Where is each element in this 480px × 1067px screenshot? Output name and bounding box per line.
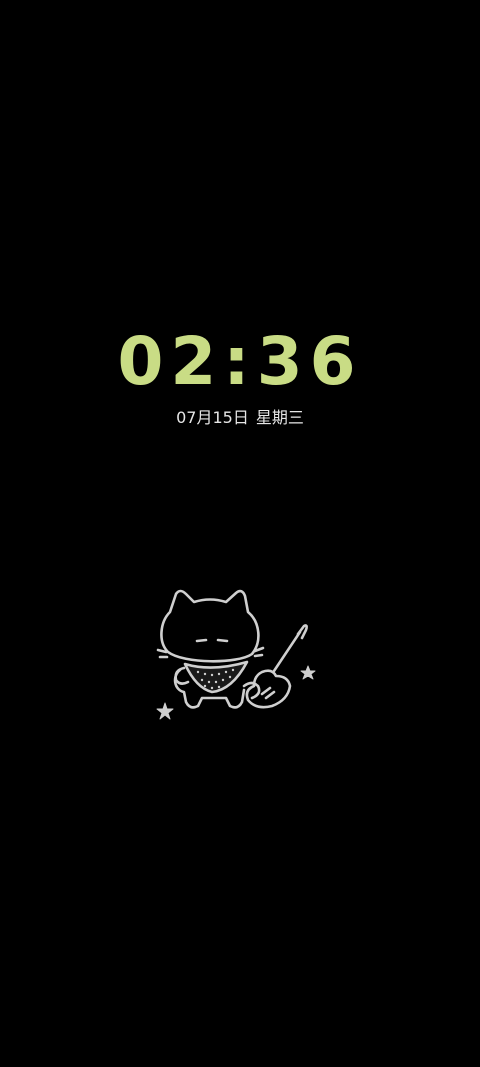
weekday-text: 星期三	[255, 408, 304, 427]
cat-head	[160, 589, 260, 663]
cat-whisker-left	[156, 648, 169, 659]
cat-eye-right	[216, 638, 229, 643]
star-left-icon	[156, 702, 174, 720]
guitar-head	[296, 624, 308, 640]
star-right-icon	[300, 665, 316, 680]
date-text: 07月15日	[176, 408, 249, 427]
cat-bandana	[183, 660, 249, 694]
clock-time: 02:36	[117, 323, 363, 400]
date-row: 07月15日 星期三	[0, 406, 480, 430]
always-on-display: 02:36 07月15日 星期三	[0, 0, 480, 1067]
cat-whisker-right	[253, 646, 265, 658]
cat-arm-left	[174, 666, 190, 685]
cat-with-guitar-icon	[156, 589, 316, 720]
cat-eye-left	[195, 638, 208, 643]
